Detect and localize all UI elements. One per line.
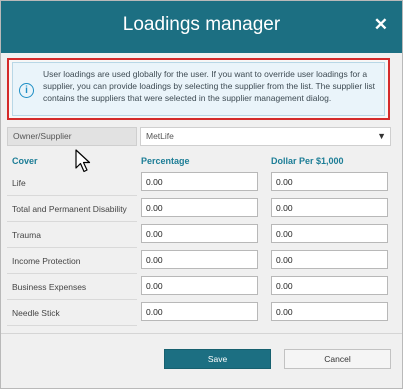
owner-supplier-value: MetLife	[146, 131, 174, 141]
save-button[interactable]: Save	[164, 349, 271, 369]
loadings-manager-dialog: Loadings manager ✕ i User loadings are u…	[0, 0, 403, 389]
dialog-title: Loadings manager	[122, 14, 281, 35]
dialog-titlebar: Loadings manager ✕	[1, 1, 402, 53]
info-highlight-box: i User loadings are used globally for th…	[7, 58, 390, 120]
cover-label: Total and Permanent Disability	[12, 204, 127, 214]
row-label-cell: Trauma	[7, 222, 137, 248]
close-icon[interactable]: ✕	[374, 15, 388, 35]
dollar-column-header: Dollar Per $1,000	[271, 156, 344, 166]
dollar-input[interactable]	[271, 224, 388, 243]
dollar-input[interactable]	[271, 172, 388, 191]
cover-label: Income Protection	[12, 256, 81, 266]
chevron-down-icon[interactable]: ▼	[377, 131, 386, 141]
table-row: Life	[7, 170, 391, 196]
cover-column-header: Cover	[12, 156, 38, 166]
dollar-input[interactable]	[271, 250, 388, 269]
owner-supplier-select[interactable]: MetLife ▼	[140, 127, 391, 146]
percentage-input[interactable]	[141, 224, 258, 243]
cover-label: Trauma	[12, 230, 41, 240]
table-row: Needle Stick	[7, 300, 391, 326]
table-row: Trauma	[7, 222, 391, 248]
info-panel: i User loadings are used globally for th…	[12, 62, 385, 116]
table-row: Income Protection	[7, 248, 391, 274]
percentage-input[interactable]	[141, 172, 258, 191]
cover-label: Needle Stick	[12, 308, 60, 318]
row-label-cell: Total and Permanent Disability	[7, 196, 137, 222]
cover-label: Business Expenses	[12, 282, 87, 292]
owner-supplier-label-cell: Owner/Supplier	[7, 127, 137, 146]
dollar-input[interactable]	[271, 302, 388, 321]
cancel-button[interactable]: Cancel	[284, 349, 391, 369]
percentage-input[interactable]	[141, 250, 258, 269]
info-message: User loadings are used globally for the …	[43, 69, 375, 103]
percentage-input[interactable]	[141, 302, 258, 321]
percentage-column-header: Percentage	[141, 156, 190, 166]
percentage-input[interactable]	[141, 198, 258, 217]
dollar-input[interactable]	[271, 276, 388, 295]
info-icon: i	[19, 83, 34, 98]
owner-supplier-label: Owner/Supplier	[13, 131, 72, 141]
row-label-cell: Life	[7, 170, 137, 196]
row-label-cell: Needle Stick	[7, 300, 137, 326]
cover-label: Life	[12, 178, 26, 188]
mouse-pointer-icon	[75, 149, 91, 173]
row-label-cell: Income Protection	[7, 248, 137, 274]
row-label-cell: Business Expenses	[7, 274, 137, 300]
table-row: Business Expenses	[7, 274, 391, 300]
percentage-input[interactable]	[141, 276, 258, 295]
table-row: Total and Permanent Disability	[7, 196, 391, 222]
footer-divider	[1, 333, 402, 334]
dollar-input[interactable]	[271, 198, 388, 217]
